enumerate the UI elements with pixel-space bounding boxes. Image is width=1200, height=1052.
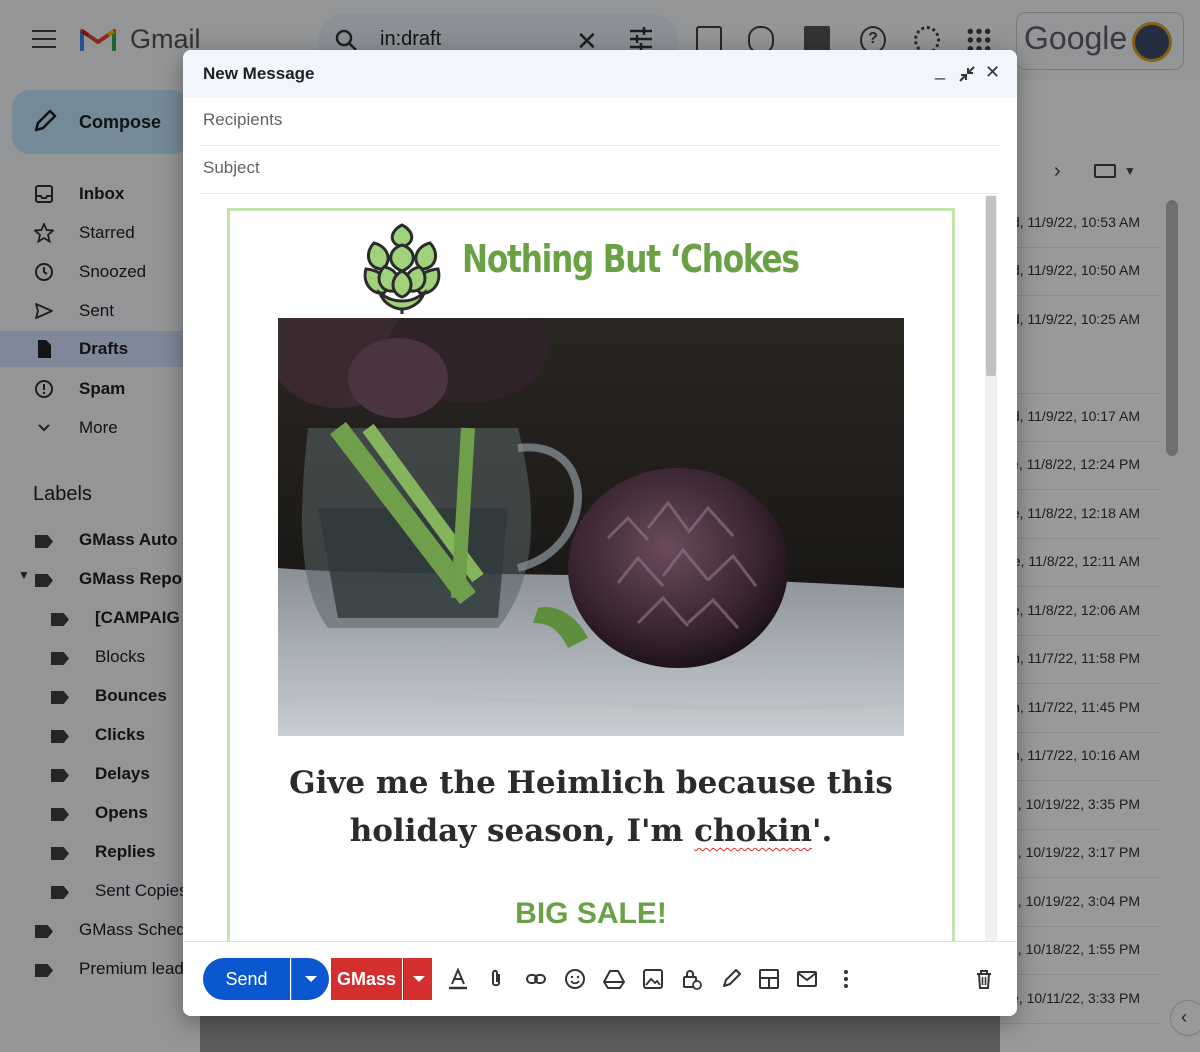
message-body[interactable]: Nothing But ‘Chokes Give me the Heimlich… bbox=[201, 195, 999, 941]
headline-end: '. bbox=[812, 813, 833, 849]
body-scrollbar-thumb[interactable] bbox=[986, 196, 996, 376]
link-icon[interactable] bbox=[525, 968, 547, 990]
send-button[interactable]: Send bbox=[203, 958, 290, 1000]
exit-fullscreen-icon[interactable] bbox=[959, 66, 975, 82]
sale-banner: BIG SALE! bbox=[515, 897, 667, 930]
attach-icon[interactable] bbox=[485, 968, 507, 990]
insert-photo-icon[interactable] bbox=[642, 968, 664, 990]
signature-icon[interactable] bbox=[720, 968, 742, 990]
more-options-icon[interactable] bbox=[835, 968, 857, 990]
emoji-icon[interactable] bbox=[564, 968, 586, 990]
confidential-mode-icon[interactable] bbox=[681, 968, 703, 990]
headline: Give me the Heimlich because this holida… bbox=[240, 759, 942, 855]
layout-icon[interactable] bbox=[758, 968, 780, 990]
caret-down-icon bbox=[305, 976, 317, 982]
subject-row bbox=[201, 146, 999, 194]
gmass-settings-button[interactable] bbox=[403, 958, 432, 1000]
artichoke-logo-icon bbox=[363, 223, 441, 314]
artichoke-photo bbox=[278, 318, 904, 736]
drive-icon[interactable] bbox=[603, 968, 625, 990]
text-format-icon[interactable] bbox=[447, 967, 469, 990]
close-icon[interactable]: ✕ bbox=[985, 62, 1000, 83]
misspelled-word[interactable]: chokin bbox=[694, 813, 812, 849]
caret-down-icon bbox=[413, 976, 425, 982]
discard-draft-icon[interactable] bbox=[973, 968, 995, 990]
template-icon[interactable] bbox=[796, 968, 818, 990]
compose-header: New Message _ ✕ bbox=[183, 50, 1017, 98]
compose-title: New Message bbox=[203, 64, 315, 83]
recipients-input[interactable] bbox=[203, 110, 983, 130]
minimize-icon[interactable]: _ bbox=[935, 60, 945, 81]
compose-toolbar: Send GMass bbox=[183, 941, 1017, 1016]
gmass-button[interactable]: GMass bbox=[331, 958, 402, 1000]
recipients-row bbox=[201, 98, 999, 146]
subject-input[interactable] bbox=[203, 158, 983, 178]
brand-name: Nothing But ‘Chokes bbox=[462, 237, 800, 281]
compose-dialog: New Message _ ✕ Recipients Subject Nothi… bbox=[183, 50, 1017, 1016]
email-template-card: Nothing But ‘Chokes Give me the Heimlich… bbox=[227, 208, 955, 941]
send-options-button[interactable] bbox=[291, 958, 329, 1000]
